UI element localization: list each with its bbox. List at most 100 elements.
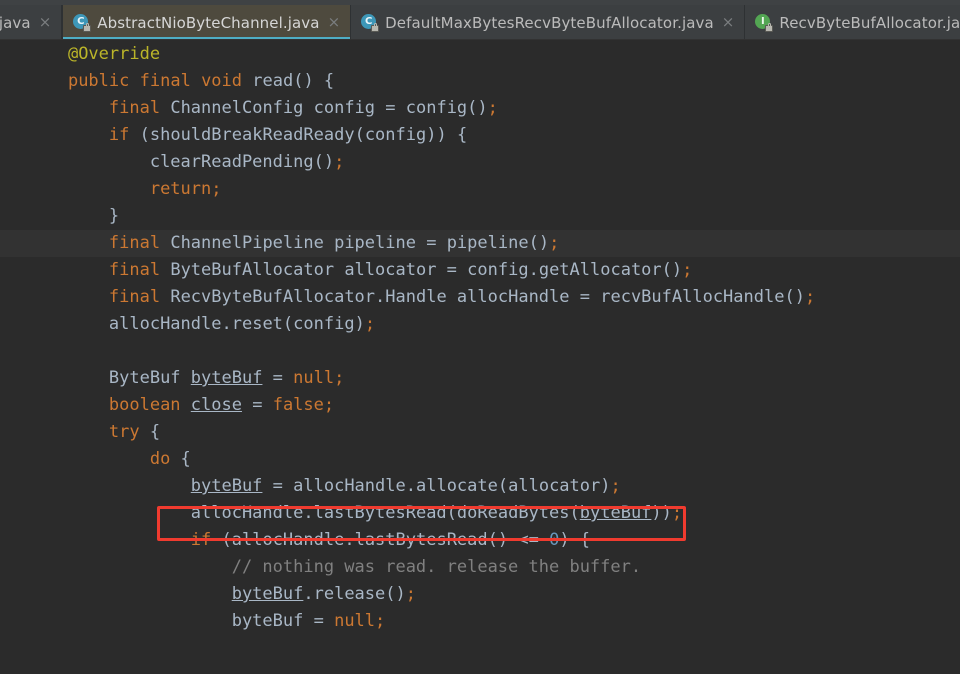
- code-token: =: [579, 287, 601, 307]
- code-line[interactable]: byteBuf = allocHandle.allocate(allocator…: [0, 473, 960, 500]
- editor-tab-0[interactable]: .java ×: [0, 5, 63, 39]
- editor-tab-bar[interactable]: .java × C AbstractNioByteChannel.java × C Defa…: [0, 5, 960, 40]
- code-line[interactable]: @Override: [0, 41, 960, 68]
- code-line[interactable]: try {: [0, 419, 960, 446]
- code-line[interactable]: allocHandle.lastBytesRead(doReadBytes(by…: [0, 500, 960, 527]
- code-token: allocHandle: [190, 503, 304, 523]
- code-line[interactable]: final ChannelPipeline pipeline = pipelin…: [0, 230, 960, 257]
- code-token: .: [344, 530, 355, 550]
- close-icon[interactable]: ×: [38, 15, 53, 30]
- code-token: (): [528, 233, 550, 253]
- editor-tab-label: .java: [0, 13, 31, 32]
- code-token: lastBytesRead: [354, 530, 488, 550]
- code-token: byteBuf: [231, 611, 304, 631]
- code-token: null: [334, 611, 376, 631]
- code-line[interactable]: ByteBuf byteBuf = null;: [0, 365, 960, 392]
- code-line[interactable]: return;: [0, 176, 960, 203]
- code-token: .: [303, 584, 314, 604]
- code-token: )): [651, 503, 672, 523]
- code-token: final: [139, 71, 191, 91]
- code-token: allocate: [415, 476, 498, 496]
- code-token: (): [313, 152, 335, 172]
- code-token: =: [262, 476, 294, 496]
- code-token: read: [252, 71, 294, 91]
- code-token: config: [467, 260, 529, 280]
- code-token: final: [108, 260, 161, 280]
- code-token: ;: [364, 314, 376, 334]
- code-line[interactable]: final ChannelConfig config = config();: [0, 95, 960, 122]
- code-line[interactable]: final ByteBufAllocator allocator = confi…: [0, 257, 960, 284]
- lock-badge-icon: [83, 23, 92, 32]
- code-line[interactable]: public final void read() {: [0, 68, 960, 95]
- code-line[interactable]: clearReadPending();: [0, 149, 960, 176]
- code-token: pipeline: [446, 233, 529, 253]
- code-token: close: [190, 395, 242, 415]
- code-editor[interactable]: @Override public final void read() { fin…: [0, 41, 960, 674]
- code-token: ;: [375, 611, 386, 631]
- code-token: config: [293, 314, 355, 334]
- code-line[interactable]: do {: [0, 446, 960, 473]
- code-token: ;: [682, 260, 693, 280]
- code-token: 0: [549, 530, 560, 550]
- code-line[interactable]: final RecvByteBufAllocator.Handle allocH…: [0, 284, 960, 311]
- editor-tab-3[interactable]: IRecvByteBufAllocator.java×: [745, 5, 960, 39]
- code-token: final: [108, 287, 161, 307]
- code-line[interactable]: if (shouldBreakReadReady(config)) {: [0, 122, 960, 149]
- code-token: ;: [334, 152, 345, 172]
- code-line[interactable]: // nothing was read. release the buffer.: [0, 554, 960, 581]
- code-token: =: [241, 395, 273, 415]
- code-token: (): [784, 287, 805, 307]
- close-icon[interactable]: ×: [721, 15, 736, 30]
- code-token: .: [375, 287, 386, 307]
- code-token: byteBuf: [231, 584, 304, 604]
- code-line[interactable]: byteBuf.release();: [0, 581, 960, 608]
- code-token: ;: [334, 368, 345, 388]
- code-content[interactable]: @Override public final void read() { fin…: [0, 41, 960, 635]
- code-token: =: [446, 260, 468, 280]
- code-token: {: [170, 449, 191, 469]
- code-line[interactable]: }: [0, 203, 960, 230]
- close-icon[interactable]: ×: [327, 15, 342, 30]
- code-token: =: [426, 233, 447, 253]
- code-token: ;: [671, 503, 683, 523]
- code-token: RecvByteBufAllocator: [170, 287, 376, 307]
- editor-tab-2[interactable]: C DefaultMaxBytesRecvByteBufAllocator.jav…: [351, 5, 746, 39]
- code-token: if: [190, 530, 212, 550]
- code-token: false: [272, 395, 324, 415]
- code-token: () <=: [487, 530, 550, 550]
- code-token: recvBufAllocHandle: [600, 287, 785, 307]
- code-line[interactable]: allocHandle.reset(config);: [0, 311, 960, 338]
- code-token: byteBuf: [190, 476, 263, 496]
- code-line[interactable]: if (allocHandle.lastBytesRead() <= 0) {: [0, 527, 960, 554]
- code-token: ) {: [559, 530, 591, 550]
- code-token: allocator: [508, 476, 601, 496]
- editor-tab-label: AbstractNioByteChannel.java: [97, 13, 320, 32]
- code-line[interactable]: boolean close = false;: [0, 392, 960, 419]
- editor-tab-1[interactable]: C AbstractNioByteChannel.java ×: [62, 5, 352, 39]
- code-line[interactable]: byteBuf = null;: [0, 608, 960, 635]
- code-token: void: [201, 71, 243, 91]
- code-token: (): [467, 98, 488, 118]
- code-line[interactable]: [0, 338, 960, 365]
- code-token: (: [354, 125, 365, 145]
- code-token: reset: [231, 314, 283, 334]
- code-token: ): [354, 314, 365, 334]
